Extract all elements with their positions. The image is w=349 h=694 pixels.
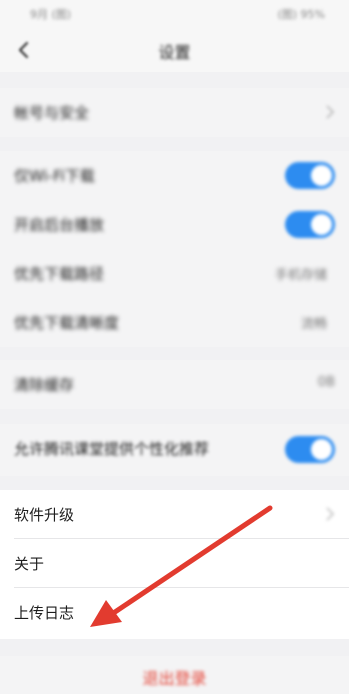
row-account-security[interactable]: 帐号与安全: [0, 88, 349, 137]
row-download-path[interactable]: 优先下载路径 手机存储: [0, 249, 349, 298]
row-value: 手机存储: [274, 268, 327, 283]
status-bar: 9月 (图) (图) 95%: [0, 0, 349, 28]
row-clear-cache[interactable]: 清除缓存 0B: [0, 360, 349, 409]
status-time: 9月 (图): [30, 8, 72, 21]
row-download-quality[interactable]: 优先下载清晰度 流畅: [0, 298, 349, 347]
row-label: 优先下载路径: [14, 265, 105, 283]
row-label: 允许腾讯课堂提供个性化推荐: [14, 440, 210, 458]
row-label: 清除缓存: [14, 376, 75, 394]
section-recommend: 允许腾讯课堂提供个性化推荐: [0, 424, 349, 476]
row-value: 0B: [317, 375, 335, 390]
section-about: 软件升级 关于 上传日志: [0, 490, 349, 639]
wifi-download-toggle[interactable]: [285, 162, 335, 189]
row-wifi-download: 仅Wi-Fi下载: [0, 151, 349, 200]
row-label: 优先下载清晰度: [14, 314, 120, 332]
background-play-toggle[interactable]: [285, 211, 335, 238]
logout-bar: 退出登录: [0, 656, 349, 694]
row-label: 上传日志: [14, 604, 75, 622]
row-upload-log[interactable]: 上传日志: [0, 588, 349, 637]
logout-button[interactable]: 退出登录: [0, 665, 349, 689]
row-label: 开启后台播放: [14, 216, 105, 234]
status-indicators: (图) 95%: [277, 8, 325, 21]
settings-screen: 9月 (图) (图) 95% 设置 帐号与安全 仅Wi-Fi下载 开启后台播放 …: [0, 0, 349, 694]
row-upgrade[interactable]: 软件升级: [0, 490, 349, 539]
row-label: 软件升级: [14, 506, 75, 524]
nav-bar: 设置: [0, 28, 349, 72]
row-background-play: 开启后台播放: [0, 200, 349, 249]
recommend-toggle[interactable]: [285, 436, 335, 463]
chevron-right-icon: [326, 105, 335, 119]
row-label: 仅Wi-Fi下载: [14, 167, 95, 185]
row-label: 关于: [14, 555, 45, 573]
row-label: 帐号与安全: [14, 104, 90, 122]
row-value: 流畅: [300, 317, 327, 332]
chevron-right-icon: [326, 507, 335, 521]
row-about[interactable]: 关于: [0, 539, 349, 588]
page-title: 设置: [158, 43, 191, 62]
section-cache: 清除缓存 0B: [0, 360, 349, 409]
section-download: 仅Wi-Fi下载 开启后台播放 优先下载路径 手机存储 优先下载清晰度 流畅: [0, 151, 349, 347]
section-account: 帐号与安全: [0, 88, 349, 137]
row-recommend: 允许腾讯课堂提供个性化推荐: [0, 424, 349, 476]
